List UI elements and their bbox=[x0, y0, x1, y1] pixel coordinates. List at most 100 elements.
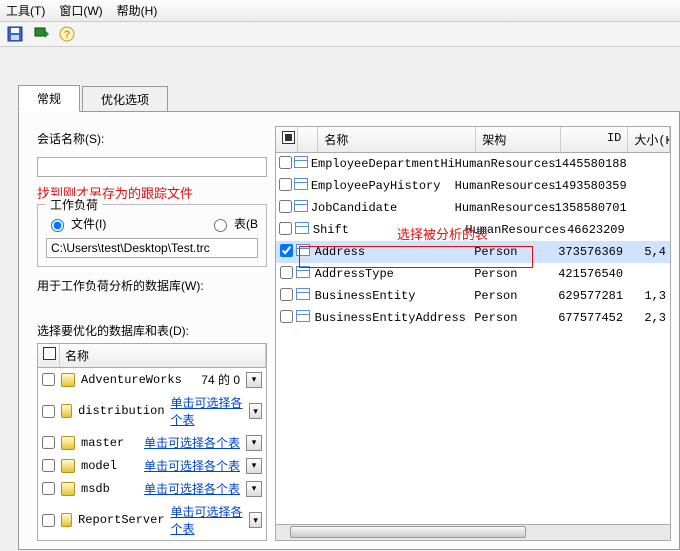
table-schema: Person bbox=[474, 289, 558, 303]
table-row[interactable]: EmployeePayHistory HumanResources 149358… bbox=[276, 175, 670, 197]
table-row-checkbox[interactable] bbox=[279, 178, 292, 191]
table-icon bbox=[295, 222, 309, 234]
table-row-checkbox[interactable] bbox=[280, 310, 293, 323]
table-row[interactable]: BusinessEntityAddress Person 677577452 2… bbox=[276, 307, 670, 329]
workload-path-input[interactable] bbox=[46, 238, 258, 258]
menu-tools[interactable]: 工具(T) bbox=[6, 2, 45, 19]
db-row-checkbox[interactable] bbox=[42, 405, 55, 418]
table-icon bbox=[294, 178, 308, 190]
table-name: EmployeeDepartmentHistory bbox=[311, 157, 455, 171]
table-row-checkbox[interactable] bbox=[279, 156, 292, 169]
radio-file-label: 文件(I) bbox=[71, 215, 106, 232]
dropdown-arrow-icon[interactable]: ▾ bbox=[246, 481, 262, 497]
connect-icon[interactable] bbox=[32, 25, 50, 43]
db-name: msdb bbox=[81, 482, 138, 496]
dropdown-arrow-icon[interactable]: ▾ bbox=[246, 458, 262, 474]
database-icon bbox=[61, 482, 75, 496]
tabstrip: 常规 优化选项 bbox=[18, 85, 680, 112]
save-icon[interactable] bbox=[6, 25, 24, 43]
table-row-checkbox[interactable] bbox=[279, 222, 292, 235]
dropdown-arrow-icon[interactable]: ▾ bbox=[249, 403, 262, 419]
db-name: distribution bbox=[78, 404, 164, 418]
help-icon[interactable]: ? bbox=[58, 25, 76, 43]
db-select-tables-link[interactable]: 单击可选择各个表 bbox=[144, 434, 240, 451]
table-icon bbox=[294, 156, 308, 168]
table-id: 1445580188 bbox=[555, 157, 633, 171]
table-row-checkbox[interactable] bbox=[280, 244, 293, 257]
table-icon bbox=[294, 200, 308, 212]
db-row-checkbox[interactable] bbox=[42, 436, 55, 449]
db-select-tables-link[interactable]: 单击可选择各个表 bbox=[171, 394, 244, 428]
db-row[interactable]: AdventureWorks 74 的 0 ▾ bbox=[38, 368, 266, 391]
db-select-tables-link[interactable]: 单击可选择各个表 bbox=[171, 503, 244, 537]
db-row-checkbox[interactable] bbox=[42, 482, 55, 495]
database-icon bbox=[61, 459, 75, 473]
table-row[interactable]: BusinessEntity Person 629577281 1,3 bbox=[276, 285, 670, 307]
table-icon bbox=[296, 266, 310, 278]
db-row-checkbox[interactable] bbox=[42, 459, 55, 472]
tab-general[interactable]: 常规 bbox=[18, 85, 80, 112]
table-row[interactable]: EmployeeDepartmentHistory HumanResources… bbox=[276, 153, 670, 175]
table-row-checkbox[interactable] bbox=[280, 288, 293, 301]
db-row[interactable]: model 单击可选择各个表 ▾ bbox=[38, 454, 266, 477]
col-name[interactable]: 名称 bbox=[318, 127, 476, 152]
optimize-targets-label: 选择要优化的数据库和表(D): bbox=[37, 322, 267, 339]
col-schema[interactable]: 架构 bbox=[476, 127, 560, 152]
table-schema: HumanResources bbox=[455, 157, 555, 171]
radio-file[interactable]: 文件(I) bbox=[46, 215, 106, 232]
radio-table[interactable]: 表(B bbox=[209, 215, 258, 232]
table-id: 1493580359 bbox=[555, 179, 633, 193]
table-id: 46623209 bbox=[565, 223, 630, 237]
header-checkbox-icon[interactable] bbox=[282, 131, 295, 144]
db-row[interactable]: msdb 单击可选择各个表 ▾ bbox=[38, 477, 266, 500]
database-icon bbox=[61, 404, 72, 418]
menu-help[interactable]: 帮助(H) bbox=[117, 2, 158, 19]
workload-group: 工作负荷 文件(I) 表(B bbox=[37, 204, 267, 267]
db-name: AdventureWorks bbox=[81, 373, 195, 387]
analysis-db-label: 用于工作负荷分析的数据库(W): bbox=[37, 277, 267, 294]
table-name: BusinessEntity bbox=[315, 289, 475, 303]
horizontal-scrollbar[interactable] bbox=[275, 525, 671, 541]
table-row-checkbox[interactable] bbox=[279, 200, 292, 213]
radio-file-input[interactable] bbox=[51, 219, 64, 232]
tab-page-general: 会话名称(S): 找到刚才另存为的跟踪文件 工作负荷 文件(I) 表(B bbox=[18, 111, 680, 550]
header-checkbox-icon[interactable] bbox=[43, 347, 56, 360]
table-row[interactable]: JobCandidate HumanResources 1358580701 bbox=[276, 197, 670, 219]
table-schema: Person bbox=[474, 245, 558, 259]
table-row[interactable]: Address Person 373576369 5,4 bbox=[276, 241, 670, 263]
col-id[interactable]: ID bbox=[561, 127, 629, 152]
svg-text:?: ? bbox=[64, 29, 71, 41]
db-head-name[interactable]: 名称 bbox=[60, 344, 266, 367]
db-row-checkbox[interactable] bbox=[42, 514, 55, 527]
db-select-tables-link[interactable]: 单击可选择各个表 bbox=[144, 480, 240, 497]
db-row[interactable]: ReportServer 单击可选择各个表 ▾ bbox=[38, 500, 266, 540]
dropdown-arrow-icon[interactable]: ▾ bbox=[246, 372, 262, 388]
dropdown-arrow-icon[interactable]: ▾ bbox=[249, 512, 262, 528]
table-id: 421576540 bbox=[558, 267, 629, 281]
table-id: 1358580701 bbox=[555, 201, 633, 215]
database-icon bbox=[61, 436, 75, 450]
db-row[interactable]: master 单击可选择各个表 ▾ bbox=[38, 431, 266, 454]
table-row[interactable]: AddressType Person 421576540 bbox=[276, 263, 670, 285]
db-row-checkbox[interactable] bbox=[42, 373, 55, 386]
table-name: EmployeePayHistory bbox=[311, 179, 455, 193]
table-size: 1,3 bbox=[629, 289, 670, 303]
table-name: Address bbox=[315, 245, 475, 259]
dropdown-arrow-icon[interactable]: ▾ bbox=[246, 435, 262, 451]
session-name-input[interactable] bbox=[37, 157, 267, 177]
table-row-checkbox[interactable] bbox=[280, 266, 293, 279]
table-size: 5,4 bbox=[629, 245, 670, 259]
radio-table-input[interactable] bbox=[214, 219, 227, 232]
menubar: 工具(T) 窗口(W) 帮助(H) bbox=[0, 0, 680, 22]
table-id: 677577452 bbox=[558, 311, 629, 325]
tab-optimize[interactable]: 优化选项 bbox=[82, 86, 168, 112]
menu-window[interactable]: 窗口(W) bbox=[59, 2, 102, 19]
table-schema: HumanResources bbox=[455, 201, 555, 215]
col-size[interactable]: 大小(KB bbox=[628, 127, 670, 152]
scrollbar-thumb[interactable] bbox=[290, 526, 526, 538]
db-select-tables-link[interactable]: 单击可选择各个表 bbox=[144, 457, 240, 474]
table-id: 629577281 bbox=[558, 289, 629, 303]
db-row[interactable]: distribution 单击可选择各个表 ▾ bbox=[38, 391, 266, 431]
toolbar: ? bbox=[0, 22, 680, 47]
db-name: ReportServer bbox=[78, 513, 164, 527]
